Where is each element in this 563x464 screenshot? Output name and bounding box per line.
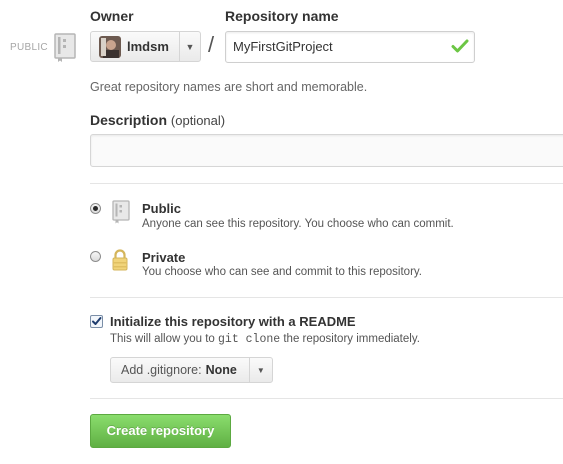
public-tag: PUBLIC — [10, 42, 48, 53]
description-label: Description (optional) — [90, 112, 225, 128]
owner-select[interactable]: lmdsm ▼ — [90, 31, 201, 62]
divider — [90, 398, 563, 399]
repo-book-icon — [54, 33, 76, 62]
checkmark-icon — [92, 317, 102, 325]
git-clone-code: git clone — [218, 333, 281, 346]
private-option-title[interactable]: Private — [142, 250, 185, 265]
check-icon — [451, 39, 469, 53]
gitignore-label: Add .gitignore: — [121, 363, 202, 377]
public-option-title[interactable]: Public — [142, 201, 181, 216]
optional-note: (optional) — [170, 113, 226, 128]
avatar — [99, 35, 121, 58]
private-option-description: You choose who can see and commit to thi… — [142, 266, 422, 278]
readme-desc-text: the repository immediately. — [283, 333, 420, 345]
chevron-down-icon[interactable]: ▼ — [250, 366, 272, 375]
readme-desc-text: This will allow you to — [110, 333, 215, 345]
public-radio[interactable] — [90, 203, 101, 214]
repository-name-input[interactable]: MyFirstGitProject — [225, 31, 475, 63]
owner-name: lmdsm — [127, 39, 169, 54]
public-option-description: Anyone can see this repository. You choo… — [142, 218, 454, 230]
divider — [90, 183, 563, 184]
repository-name-hint: Great repository names are short and mem… — [90, 80, 368, 94]
lock-icon — [112, 249, 128, 271]
owner-label: Owner — [90, 8, 134, 24]
description-input[interactable] — [90, 134, 563, 167]
description-label-text: Description — [90, 112, 168, 128]
path-separator: / — [208, 32, 215, 57]
chevron-down-icon[interactable]: ▼ — [180, 42, 200, 52]
readme-title[interactable]: Initialize this repository with a README — [110, 314, 356, 329]
readme-checkbox[interactable] — [90, 315, 103, 328]
readme-description: This will allow you to git clone the rep… — [110, 333, 420, 346]
create-repository-button[interactable]: Create repository — [90, 414, 231, 448]
gitignore-select[interactable]: Add .gitignore: None ▼ — [110, 357, 273, 383]
repo-book-icon — [112, 200, 130, 224]
repository-name-label: Repository name — [225, 8, 339, 24]
divider — [90, 297, 563, 298]
gitignore-value: None — [205, 363, 237, 377]
private-radio[interactable] — [90, 251, 101, 262]
